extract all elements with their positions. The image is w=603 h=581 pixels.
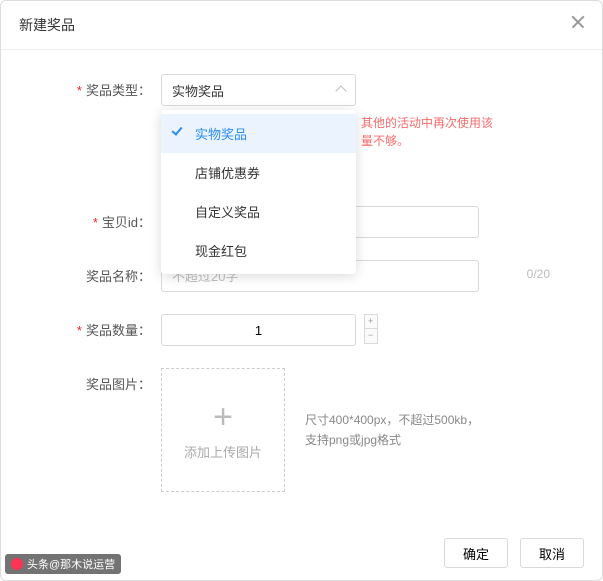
image-upload-box[interactable]: + 添加上传图片 (161, 368, 285, 492)
cancel-button[interactable]: 取消 (520, 538, 584, 568)
label-prize-name: 奖品名称： (1, 260, 161, 285)
stepper-down-button[interactable]: − (364, 329, 378, 344)
select-value: 实物奖品 (172, 81, 224, 100)
dropdown-option-physical[interactable]: 实物奖品 (161, 114, 356, 153)
field-prize-type: 实物奖品 实物奖品 店铺优惠券 自定义奖品 现金红包 (161, 74, 562, 106)
label-prize-image: 奖品图片： (1, 368, 161, 393)
type-hint-line1: 其他的活动中再次使用该 (361, 114, 541, 132)
quantity-stepper: + − (364, 314, 378, 344)
label-item-id: *宝贝id： (1, 206, 161, 231)
modal: 新建奖品 *奖品类型： 实物奖品 实物奖品 店铺优惠券 (0, 0, 603, 581)
watermark-text: 头条@那木说运营 (27, 556, 115, 572)
modal-title: 新建奖品 (19, 17, 75, 33)
dropdown-option-cash[interactable]: 现金红包 (161, 231, 356, 270)
chevron-down-icon (335, 85, 346, 96)
label-prize-qty: *奖品数量： (1, 314, 161, 339)
char-count: 0/20 (527, 267, 550, 281)
plus-icon: + (213, 400, 233, 434)
row-prize-qty: *奖品数量： + − (1, 314, 562, 346)
stepper-up-button[interactable]: + (364, 314, 378, 329)
row-prize-image: 奖品图片： + 添加上传图片 尺寸400*400px，不超过500kb，支持pn… (1, 368, 562, 492)
confirm-button[interactable]: 确定 (444, 538, 508, 568)
prize-type-dropdown: 实物奖品 店铺优惠券 自定义奖品 现金红包 (161, 110, 356, 274)
required-mark: * (77, 83, 82, 98)
dropdown-option-custom[interactable]: 自定义奖品 (161, 192, 356, 231)
watermark-logo-icon (11, 558, 23, 570)
required-mark: * (93, 215, 98, 230)
modal-header: 新建奖品 (1, 1, 602, 50)
field-prize-qty: + − (161, 314, 562, 346)
modal-footer: 确定 取消 (444, 538, 584, 568)
image-hint: 尺寸400*400px，不超过500kb，支持png或jpg格式 (305, 410, 485, 450)
modal-body: *奖品类型： 实物奖品 实物奖品 店铺优惠券 自定义奖品 (1, 50, 602, 492)
check-icon (171, 124, 182, 136)
prize-qty-input[interactable] (161, 314, 356, 346)
watermark: 头条@那木说运营 (5, 554, 121, 574)
required-mark: * (77, 323, 82, 338)
upload-text: 添加上传图片 (184, 442, 262, 461)
field-prize-image: + 添加上传图片 尺寸400*400px，不超过500kb，支持png或jpg格… (161, 368, 562, 492)
label-prize-type: *奖品类型： (1, 74, 161, 99)
row-prize-type: *奖品类型： 实物奖品 实物奖品 店铺优惠券 自定义奖品 (1, 74, 562, 106)
close-icon[interactable] (570, 14, 586, 30)
prize-type-select[interactable]: 实物奖品 (161, 74, 356, 106)
dropdown-option-coupon[interactable]: 店铺优惠券 (161, 153, 356, 192)
type-hint-line2: 量不够。 (361, 132, 541, 150)
